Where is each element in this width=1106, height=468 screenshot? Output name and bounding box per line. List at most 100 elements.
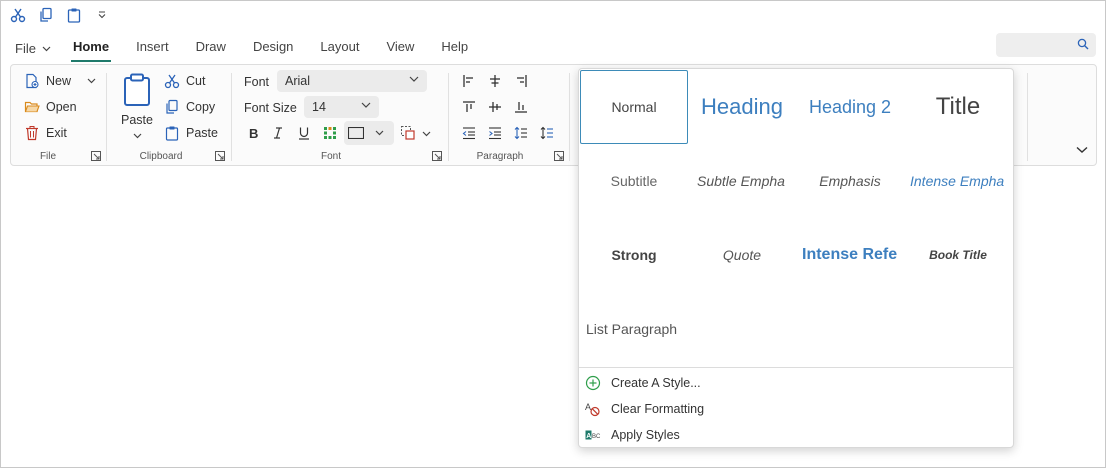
clipboard-group-label: Clipboard	[139, 151, 183, 162]
font-size-select[interactable]: 14	[304, 96, 379, 118]
new-document-icon	[26, 73, 39, 89]
chevron-down-icon	[133, 133, 142, 139]
align-bottom-button[interactable]	[511, 97, 531, 117]
tab-view[interactable]: View	[386, 38, 414, 60]
style-heading-2[interactable]: Heading 2	[796, 70, 904, 144]
style-intense-reference[interactable]: Intense Refe	[796, 218, 904, 292]
tab-design[interactable]: Design	[253, 38, 293, 60]
apply-styles-icon: A BC	[585, 430, 601, 440]
align-left-icon	[463, 75, 473, 87]
align-top-button[interactable]	[459, 97, 479, 117]
paste-icon[interactable]	[63, 5, 85, 25]
chevron-down-icon	[375, 130, 384, 136]
copy-icon[interactable]	[35, 5, 57, 25]
paste-icon	[124, 73, 150, 106]
increase-indent-icon	[489, 127, 501, 140]
new-button[interactable]: New	[24, 70, 96, 92]
group-divider	[569, 73, 570, 161]
svg-text:BC: BC	[592, 434, 601, 440]
open-button[interactable]: Open	[24, 96, 77, 118]
align-center-button[interactable]	[485, 71, 505, 91]
align-right-button[interactable]	[511, 71, 531, 91]
paste-icon	[165, 126, 179, 141]
style-intense-emphasis[interactable]: Intense Empha	[904, 144, 1012, 218]
style-list-paragraph[interactable]: List Paragraph	[580, 292, 688, 366]
line-spacing-icon	[514, 126, 527, 140]
clear-formatting-menu-item[interactable]: A Clear Formatting	[585, 398, 704, 420]
customize-dropdown-icon[interactable]	[91, 5, 113, 25]
style-heading[interactable]: Heading	[688, 70, 796, 144]
shape-fill-icon	[401, 126, 415, 140]
italic-icon	[274, 127, 282, 139]
create-style-label: Create A Style...	[611, 376, 701, 390]
align-right-icon	[517, 75, 527, 87]
font-family-value: Arial	[285, 74, 311, 88]
svg-text:B: B	[249, 126, 258, 140]
chevron-down-icon	[42, 46, 51, 52]
tab-help[interactable]: Help	[441, 38, 468, 60]
align-middle-button[interactable]	[485, 97, 505, 117]
decrease-indent-button[interactable]	[459, 123, 479, 143]
exit-label: Exit	[46, 126, 67, 140]
style-normal[interactable]: Normal	[580, 70, 688, 144]
dialog-launcher-icon[interactable]	[215, 151, 225, 161]
tab-draw[interactable]: Draw	[196, 38, 226, 60]
italic-button[interactable]	[268, 123, 288, 143]
style-book-title[interactable]: Book Title	[904, 218, 1012, 292]
svg-text:A: A	[585, 402, 591, 412]
paste-big-button[interactable]: Paste	[117, 71, 157, 145]
svg-text:A: A	[586, 433, 591, 440]
file-group-label: File	[39, 151, 57, 162]
apply-styles-menu-item[interactable]: A BC Apply Styles	[585, 424, 680, 446]
paragraph-spacing-button[interactable]	[537, 123, 557, 143]
tab-insert[interactable]: Insert	[136, 38, 169, 60]
underline-button[interactable]	[294, 123, 314, 143]
align-center-icon	[490, 75, 500, 87]
group-divider	[1027, 73, 1028, 161]
increase-indent-button[interactable]	[485, 123, 505, 143]
ribbon-tabs: File Home Insert Draw Design Layout View…	[15, 37, 495, 62]
chevron-down-icon	[409, 76, 419, 82]
border-style-select[interactable]	[344, 121, 394, 145]
quick-access-toolbar	[7, 5, 113, 25]
copy-button[interactable]: Copy	[164, 96, 215, 118]
search-input[interactable]	[996, 33, 1096, 57]
style-emphasis[interactable]: Emphasis	[796, 144, 904, 218]
align-left-button[interactable]	[459, 71, 479, 91]
apply-styles-label: Apply Styles	[611, 428, 680, 442]
cut-icon	[164, 74, 180, 89]
dialog-launcher-icon[interactable]	[432, 151, 442, 161]
line-spacing-button[interactable]	[511, 123, 531, 143]
font-family-select[interactable]: Arial	[277, 70, 427, 92]
create-style-menu-item[interactable]: Create A Style...	[585, 372, 701, 394]
style-title[interactable]: Title	[904, 70, 1012, 144]
style-quote[interactable]: Quote	[688, 218, 796, 292]
tab-file[interactable]: File	[15, 38, 51, 60]
clear-formatting-label: Clear Formatting	[611, 402, 705, 416]
decrease-indent-icon	[462, 127, 475, 140]
gallery-expand-chevron-icon[interactable]	[1076, 146, 1088, 154]
cut-button[interactable]: Cut	[164, 70, 205, 92]
exit-button[interactable]: Exit	[24, 122, 67, 144]
paragraph-group-label: Paragraph	[476, 151, 524, 162]
highlight-button[interactable]	[320, 123, 340, 143]
styles-gallery-dropdown: Normal Heading Heading 2 Title Subtitle …	[578, 68, 1014, 448]
paste-small-label: Paste	[186, 126, 218, 140]
paste-small-button[interactable]: Paste	[164, 122, 218, 144]
style-subtitle[interactable]: Subtitle	[580, 144, 688, 218]
tab-home[interactable]: Home	[70, 38, 112, 62]
copy-label: Copy	[186, 100, 216, 114]
font-size-value: 14	[312, 100, 326, 114]
cut-icon[interactable]	[7, 5, 29, 25]
border-icon	[348, 127, 364, 139]
cut-label: Cut	[186, 74, 206, 88]
shape-style-select[interactable]	[400, 123, 434, 143]
align-top-icon	[463, 101, 475, 112]
style-strong[interactable]: Strong	[580, 218, 688, 292]
tab-layout[interactable]: Layout	[320, 38, 359, 60]
dialog-launcher-icon[interactable]	[554, 151, 564, 161]
style-subtle-emphasis[interactable]: Subtle Empha	[688, 144, 796, 218]
align-bottom-icon	[515, 102, 527, 113]
dialog-launcher-icon[interactable]	[91, 151, 101, 161]
bold-button[interactable]: B	[243, 123, 263, 143]
